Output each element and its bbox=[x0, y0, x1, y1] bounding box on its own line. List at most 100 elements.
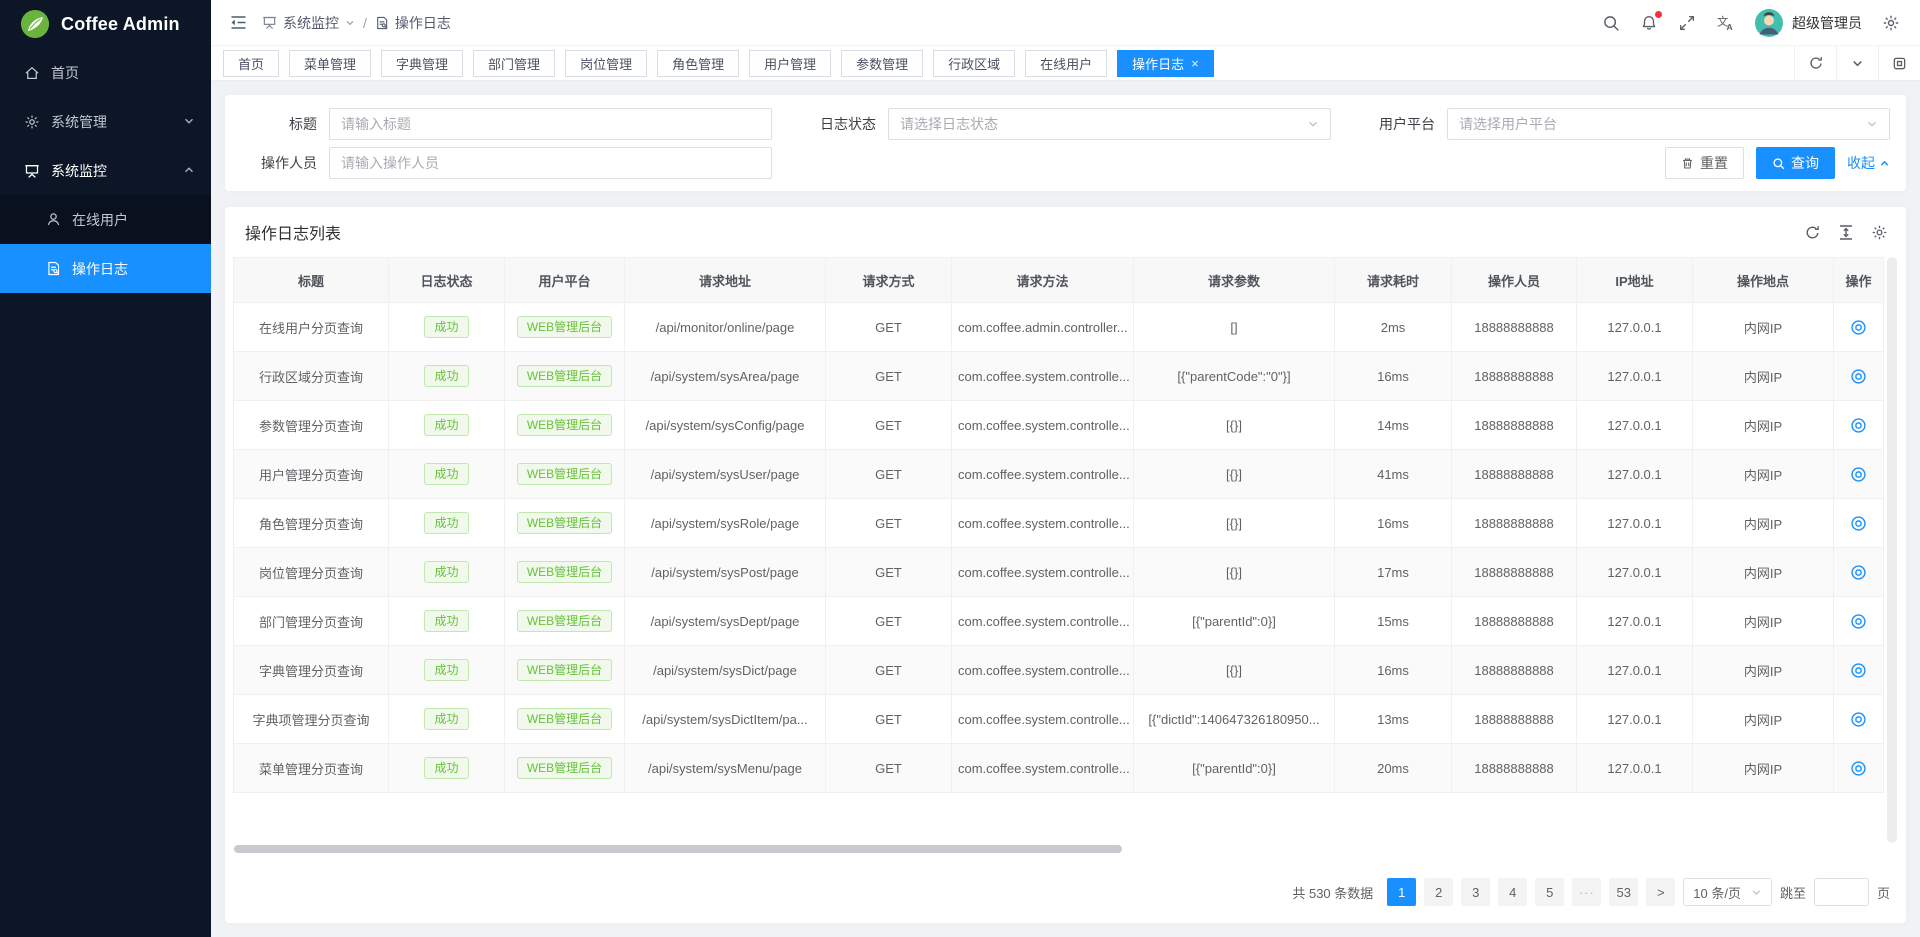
refresh-table-icon[interactable] bbox=[1804, 224, 1821, 241]
page-button-2[interactable]: 2 bbox=[1424, 878, 1453, 906]
menu-fold-icon[interactable] bbox=[229, 13, 248, 32]
sidebar-submenu: 在线用户 操作日志 bbox=[0, 195, 211, 293]
breadcrumb-parent[interactable]: 系统监控 bbox=[283, 13, 339, 33]
cell-platform: WEB管理后台 bbox=[505, 401, 625, 450]
view-detail-icon[interactable] bbox=[1850, 515, 1867, 532]
cell-status: 成功 bbox=[389, 695, 505, 744]
search-button-label: 查询 bbox=[1791, 153, 1819, 173]
table-body: 在线用户分页查询成功WEB管理后台/api/monitor/online/pag… bbox=[234, 303, 1884, 793]
cell-handler: com.coffee.system.controlle... bbox=[952, 695, 1134, 744]
reset-button[interactable]: 重置 bbox=[1665, 147, 1744, 179]
search-icon[interactable] bbox=[1602, 14, 1620, 32]
sidebar-item-system-management[interactable]: 系统管理 bbox=[0, 97, 211, 146]
tab-角色管理[interactable]: 角色管理 bbox=[657, 50, 739, 77]
search-icon bbox=[1772, 157, 1785, 170]
collapse-filters-link[interactable]: 收起 bbox=[1847, 153, 1890, 173]
tab-close-icon[interactable]: × bbox=[1191, 57, 1199, 70]
tab-操作日志[interactable]: 操作日志× bbox=[1117, 50, 1214, 77]
sidebar-item-label: 首页 bbox=[51, 63, 79, 83]
page-button-53[interactable]: 53 bbox=[1609, 878, 1638, 906]
cell-duration: 41ms bbox=[1335, 450, 1452, 499]
user-menu[interactable]: 超级管理员 bbox=[1755, 9, 1862, 37]
row-density-icon[interactable] bbox=[1838, 224, 1854, 241]
view-detail-icon[interactable] bbox=[1850, 662, 1867, 679]
status-badge: 成功 bbox=[424, 414, 468, 436]
platform-badge: WEB管理后台 bbox=[517, 757, 612, 779]
sidebar-item-label: 系统管理 bbox=[51, 112, 107, 132]
cell-location: 内网IP bbox=[1693, 695, 1834, 744]
operator-filter-input[interactable] bbox=[329, 147, 772, 179]
status-filter-select[interactable]: 请选择日志状态 bbox=[888, 108, 1331, 140]
table-header-row: 标题日志状态用户平台请求地址请求方式请求方法请求参数请求耗时操作人员IP地址操作… bbox=[234, 258, 1884, 303]
page-button-1[interactable]: 1 bbox=[1387, 878, 1416, 906]
tab-用户管理[interactable]: 用户管理 bbox=[749, 50, 831, 77]
page-button-4[interactable]: 4 bbox=[1498, 878, 1527, 906]
tab-字典管理[interactable]: 字典管理 bbox=[381, 50, 463, 77]
title-filter-label: 标题 bbox=[241, 114, 329, 134]
view-detail-icon[interactable] bbox=[1850, 613, 1867, 630]
tab-菜单管理[interactable]: 菜单管理 bbox=[289, 50, 371, 77]
cell-method: GET bbox=[826, 303, 952, 352]
cell-duration: 2ms bbox=[1335, 303, 1452, 352]
page-size-select[interactable]: 10 条/页 bbox=[1683, 878, 1772, 906]
tab-岗位管理[interactable]: 岗位管理 bbox=[565, 50, 647, 77]
column-settings-gear-icon[interactable] bbox=[1871, 224, 1888, 241]
sidebar-item-online-users[interactable]: 在线用户 bbox=[0, 195, 211, 244]
title-filter-input[interactable] bbox=[329, 108, 772, 140]
view-detail-icon[interactable] bbox=[1850, 319, 1867, 336]
cell-platform: WEB管理后台 bbox=[505, 744, 625, 793]
fullscreen-icon[interactable] bbox=[1678, 14, 1696, 32]
sidebar-item-home[interactable]: 首页 bbox=[0, 48, 211, 97]
card-title: 操作日志列表 bbox=[245, 220, 341, 244]
page-button-3[interactable]: 3 bbox=[1461, 878, 1490, 906]
view-detail-icon[interactable] bbox=[1850, 466, 1867, 483]
settings-gear-icon[interactable] bbox=[1882, 14, 1900, 32]
tab-首页[interactable]: 首页 bbox=[223, 50, 279, 77]
cell-platform: WEB管理后台 bbox=[505, 548, 625, 597]
view-detail-icon[interactable] bbox=[1850, 711, 1867, 728]
refresh-tab-icon[interactable] bbox=[1794, 46, 1836, 80]
page-button-5[interactable]: 5 bbox=[1535, 878, 1564, 906]
sidebar-item-system-monitor[interactable]: 系统监控 bbox=[0, 146, 211, 195]
maximize-icon[interactable] bbox=[1878, 46, 1920, 80]
tab-部门管理[interactable]: 部门管理 bbox=[473, 50, 555, 77]
cell-location: 内网IP bbox=[1693, 352, 1834, 401]
cell-location: 内网IP bbox=[1693, 499, 1834, 548]
cell-params: [{}] bbox=[1134, 450, 1335, 499]
view-detail-icon[interactable] bbox=[1850, 417, 1867, 434]
log-file-icon bbox=[375, 16, 389, 30]
app-logo[interactable]: Coffee Admin bbox=[0, 0, 211, 48]
tab-参数管理[interactable]: 参数管理 bbox=[841, 50, 923, 77]
chevron-down-icon bbox=[183, 114, 195, 130]
next-page-button[interactable]: > bbox=[1646, 878, 1675, 906]
tab-options-chevron-icon[interactable] bbox=[1836, 46, 1878, 80]
jump-page-input[interactable] bbox=[1814, 878, 1869, 906]
tab-label: 部门管理 bbox=[488, 54, 540, 73]
cell-location: 内网IP bbox=[1693, 401, 1834, 450]
cell-status: 成功 bbox=[389, 499, 505, 548]
column-header: IP地址 bbox=[1577, 258, 1693, 303]
view-detail-icon[interactable] bbox=[1850, 564, 1867, 581]
tab-行政区域[interactable]: 行政区域 bbox=[933, 50, 1015, 77]
cell-location: 内网IP bbox=[1693, 548, 1834, 597]
view-detail-icon[interactable] bbox=[1850, 760, 1867, 777]
tab-在线用户[interactable]: 在线用户 bbox=[1025, 50, 1107, 77]
monitor-icon bbox=[262, 15, 277, 30]
sidebar-item-operation-logs[interactable]: 操作日志 bbox=[0, 244, 211, 293]
app-title: Coffee Admin bbox=[61, 14, 180, 35]
table-row: 岗位管理分页查询成功WEB管理后台/api/system/sysPost/pag… bbox=[234, 548, 1884, 597]
search-button[interactable]: 查询 bbox=[1756, 147, 1835, 179]
translate-icon[interactable]: 文A bbox=[1716, 13, 1735, 32]
column-header: 请求参数 bbox=[1134, 258, 1335, 303]
view-detail-icon[interactable] bbox=[1850, 368, 1867, 385]
page-content: 标题 日志状态 请选择日志状态 用户平台 请选择用户平台 bbox=[211, 81, 1920, 937]
horizontal-scrollbar[interactable] bbox=[234, 845, 1122, 853]
cell-operator: 18888888888 bbox=[1452, 303, 1577, 352]
vertical-scrollbar[interactable] bbox=[1887, 257, 1897, 843]
notification-bell-icon[interactable] bbox=[1640, 14, 1658, 32]
trash-icon bbox=[1681, 157, 1694, 170]
breadcrumb[interactable]: 系统监控 / 操作日志 bbox=[262, 13, 451, 33]
status-badge: 成功 bbox=[424, 512, 468, 534]
platform-filter-select[interactable]: 请选择用户平台 bbox=[1447, 108, 1890, 140]
svg-text:A: A bbox=[1726, 22, 1732, 32]
